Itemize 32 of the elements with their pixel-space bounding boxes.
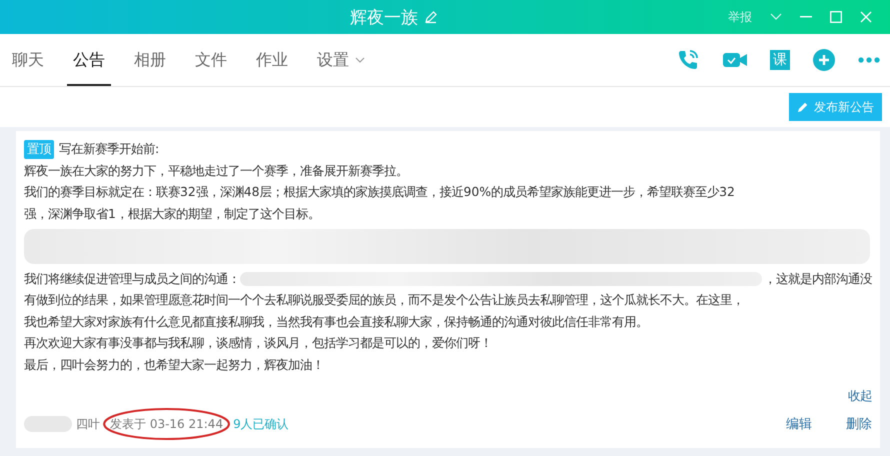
pencil-icon[interactable] (424, 10, 438, 24)
tab[interactable]: 聊天 (6, 34, 50, 86)
more-icon[interactable] (858, 57, 880, 63)
close-icon[interactable] (860, 11, 872, 23)
post-time: 发表于 03-16 21:44 (110, 416, 224, 433)
notice-text: 再次欢迎大家有事没事都与我私聊，谈感情，谈风月，包括学习都是可以的，爱你们呀！ (24, 335, 492, 352)
tab[interactable]: 相册 (128, 34, 172, 86)
window-title: 辉夜一族 (350, 6, 418, 28)
action-link[interactable]: 删除 (846, 415, 872, 434)
action-link[interactable]: 编辑 (786, 415, 812, 434)
notice-text: 我也希望大家对家族有什么意见都直接私聊我，当然我有事也会直接私聊大家，保持畅通的沟通对彼此信任非常有用。 (24, 314, 648, 331)
phone-icon[interactable] (676, 48, 700, 72)
tab[interactable]: 作业 (250, 34, 294, 86)
author-name: 四叶 (76, 416, 100, 433)
maximize-icon[interactable] (830, 11, 842, 23)
notice-text: 我们的赛季目标就定在：联赛32强，深渊48层；根据大家填的家族摸底调查，接近90%的成员希望家族能更进一步，希望联赛至少32 (24, 184, 735, 202)
pencil-icon (797, 101, 809, 113)
collapse-link[interactable]: 收起 (848, 388, 872, 406)
chevron-down-icon[interactable] (355, 57, 365, 63)
notice-text: 有做到位的结果，如果管理愿意花时间一个个去私聊说服受委屈的族员，而不是发个公告让族员去私聊管理，这个瓜就长不大。在这里， (24, 292, 744, 310)
add-icon[interactable] (812, 48, 836, 72)
video-camera-icon[interactable] (722, 50, 748, 70)
tab[interactable]: 设置 (311, 34, 371, 86)
notice-text: ，这就是内部沟通没 (764, 270, 872, 288)
tab[interactable]: 文件 (189, 34, 233, 86)
notice-text: 最后，四叶会努力的，也希望大家一起努力，辉夜加油！ (24, 357, 324, 374)
minimize-icon[interactable] (800, 16, 812, 18)
pinned-badge: 置顶 (24, 140, 54, 160)
notice-text: 我们将继续促进管理与成员之间的沟通： (24, 270, 240, 288)
notice-title: 写在新赛季开始前: (59, 141, 160, 158)
notice-text: 辉夜一族在大家的努力下，平稳地走过了一个赛季，准备展开新赛季拉。 (24, 162, 408, 180)
notice-text: 强，深渊争取省1，根据大家的期望，制定了这个目标。 (24, 206, 320, 224)
